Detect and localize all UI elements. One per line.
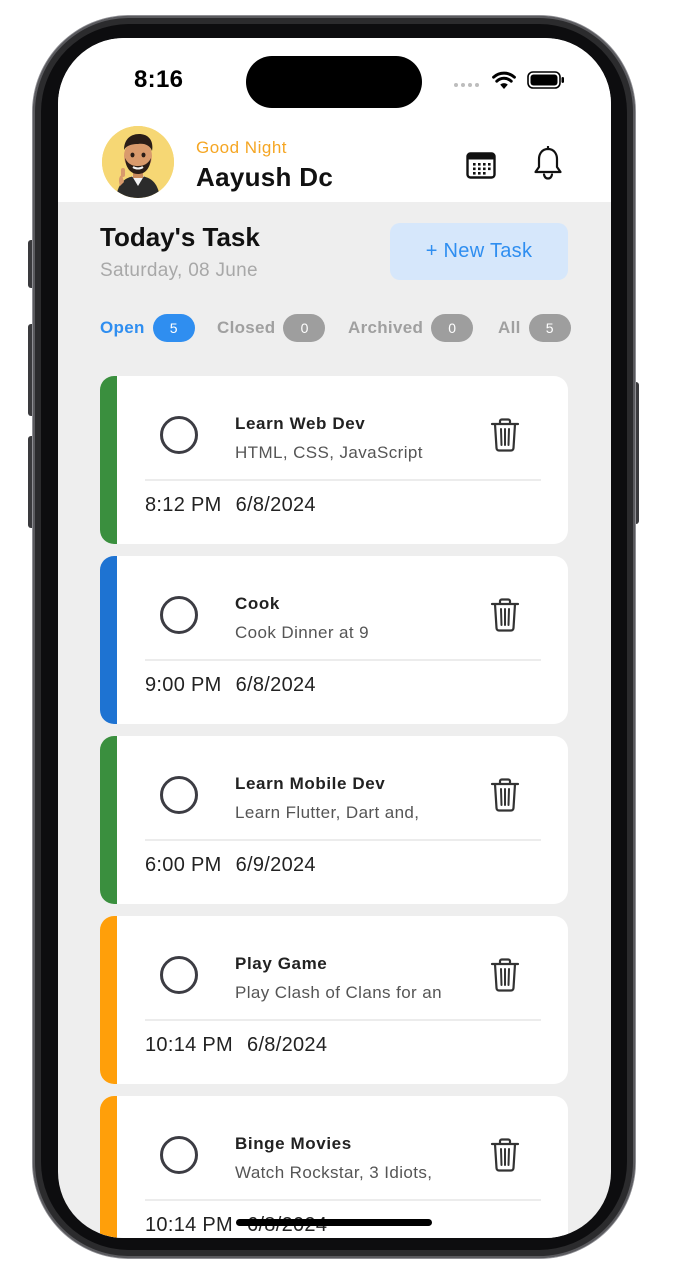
task-date: 6/8/2024 bbox=[235, 674, 316, 696]
task-description: Learn Flutter, Dart and, bbox=[235, 803, 420, 822]
divider bbox=[145, 479, 541, 481]
bell-icon bbox=[534, 146, 562, 180]
status-time: 8:16 bbox=[134, 66, 184, 93]
task-time: 9:00 PM bbox=[145, 674, 222, 696]
wifi-icon bbox=[492, 71, 516, 89]
task-complete-checkbox[interactable] bbox=[160, 596, 198, 634]
task-card[interactable]: Binge Movies Watch Rockstar, 3 Idiots, 1… bbox=[100, 1096, 568, 1238]
user-name: Aayush Dc bbox=[196, 162, 334, 192]
task-datetime: 6:00 PM 6/9/2024 bbox=[145, 854, 316, 877]
task-color-stripe bbox=[100, 376, 117, 544]
tab-open[interactable]: Open 5 bbox=[100, 314, 195, 342]
task-date: 6/8/2024 bbox=[235, 494, 316, 516]
app-screen: 8:16 Good Night Aayush Dc Today's Task S… bbox=[58, 38, 611, 1238]
task-datetime: 9:00 PM 6/8/2024 bbox=[145, 674, 316, 697]
task-time: 8:12 PM bbox=[145, 494, 222, 516]
status-bar: 8:16 bbox=[58, 38, 611, 118]
task-date: 6/8/2024 bbox=[247, 1034, 328, 1056]
trash-icon[interactable] bbox=[490, 598, 520, 632]
task-title: Play Game bbox=[235, 954, 328, 973]
section-date: Saturday, 08 June bbox=[100, 260, 258, 281]
memoji-avatar-icon bbox=[102, 126, 174, 198]
divider bbox=[145, 659, 541, 661]
task-complete-checkbox[interactable] bbox=[160, 1136, 198, 1174]
task-card[interactable]: Learn Web Dev HTML, CSS, JavaScript 8:12… bbox=[100, 376, 568, 544]
task-title: Cook bbox=[235, 594, 280, 613]
cellular-signal-icon bbox=[454, 83, 479, 87]
task-complete-checkbox[interactable] bbox=[160, 416, 198, 454]
greeting-text: Good Night bbox=[196, 138, 287, 157]
avatar[interactable] bbox=[102, 126, 174, 198]
tab-all[interactable]: All 5 bbox=[498, 314, 571, 342]
task-title: Binge Movies bbox=[235, 1134, 352, 1153]
battery-icon bbox=[527, 71, 564, 89]
tab-label: Closed bbox=[217, 318, 276, 337]
tab-label: Open bbox=[100, 318, 145, 337]
task-date: 6/9/2024 bbox=[235, 854, 316, 876]
tab-label: All bbox=[498, 318, 521, 337]
divider bbox=[145, 1019, 541, 1021]
task-time: 6:00 PM bbox=[145, 854, 222, 876]
task-title: Learn Mobile Dev bbox=[235, 774, 386, 793]
task-description: Cook Dinner at 9 bbox=[235, 623, 369, 642]
count-badge: 0 bbox=[431, 314, 474, 342]
calendar-icon bbox=[466, 152, 496, 179]
task-card[interactable]: Cook Cook Dinner at 9 9:00 PM 6/8/2024 bbox=[100, 556, 568, 724]
count-badge: 5 bbox=[152, 314, 195, 342]
divider bbox=[145, 839, 541, 841]
notification-button[interactable] bbox=[528, 142, 568, 184]
task-color-stripe bbox=[100, 556, 117, 724]
home-indicator[interactable] bbox=[236, 1219, 432, 1226]
tab-archived[interactable]: Archived 0 bbox=[348, 314, 474, 342]
tab-closed[interactable]: Closed 0 bbox=[217, 314, 326, 342]
task-color-stripe bbox=[100, 1096, 117, 1238]
trash-icon[interactable] bbox=[490, 1138, 520, 1172]
task-datetime: 8:12 PM 6/8/2024 bbox=[145, 494, 316, 517]
dynamic-island bbox=[246, 56, 422, 108]
task-card[interactable]: Learn Mobile Dev Learn Flutter, Dart and… bbox=[100, 736, 568, 904]
app-header: Good Night Aayush Dc bbox=[58, 118, 611, 202]
task-time: 10:14 PM bbox=[145, 1214, 234, 1236]
tab-label: Archived bbox=[348, 318, 424, 337]
task-card[interactable]: Play Game Play Clash of Clans for an 10:… bbox=[100, 916, 568, 1084]
task-complete-checkbox[interactable] bbox=[160, 956, 198, 994]
trash-icon[interactable] bbox=[490, 418, 520, 452]
new-task-button[interactable]: + New Task bbox=[390, 223, 568, 280]
count-badge: 5 bbox=[528, 314, 571, 342]
trash-icon[interactable] bbox=[490, 778, 520, 812]
task-time: 10:14 PM bbox=[145, 1034, 234, 1056]
task-datetime: 10:14 PM 6/8/2024 bbox=[145, 1034, 327, 1057]
task-description: HTML, CSS, JavaScript bbox=[235, 443, 423, 462]
task-color-stripe bbox=[100, 916, 117, 1084]
task-color-stripe bbox=[100, 736, 117, 904]
task-complete-checkbox[interactable] bbox=[160, 776, 198, 814]
calendar-button[interactable] bbox=[462, 146, 500, 184]
section-title: Today's Task bbox=[100, 222, 260, 252]
task-title: Learn Web Dev bbox=[235, 414, 366, 433]
divider bbox=[145, 1199, 541, 1201]
count-badge: 0 bbox=[283, 314, 326, 342]
task-description: Play Clash of Clans for an bbox=[235, 983, 442, 1002]
trash-icon[interactable] bbox=[490, 958, 520, 992]
task-description: Watch Rockstar, 3 Idiots, bbox=[235, 1163, 433, 1182]
